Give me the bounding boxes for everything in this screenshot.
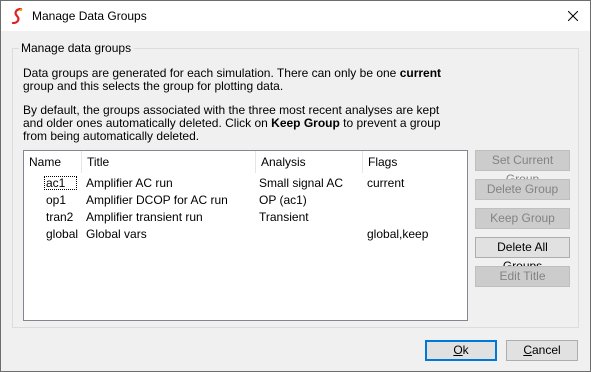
desc-bold-keep-group: Keep Group bbox=[271, 116, 340, 130]
column-header-analysis[interactable]: Analysis bbox=[256, 151, 363, 173]
column-header-title[interactable]: Title bbox=[82, 151, 256, 173]
desc-line: to prevent a group bbox=[339, 116, 441, 130]
column-header-flags[interactable]: Flags bbox=[363, 151, 467, 173]
cell-title: Amplifier AC run bbox=[86, 176, 173, 190]
desc-line: group and this selects the group for plo… bbox=[23, 79, 284, 93]
title-bar[interactable]: Manage Data Groups bbox=[1, 1, 590, 31]
set-current-group-button[interactable]: Set Current Group bbox=[475, 150, 570, 186]
cell-title: Amplifier DCOP for AC run bbox=[86, 193, 228, 207]
cell-name: tran2 bbox=[46, 210, 74, 224]
manage-data-groups-dialog: Manage Data Groups Manage data groups Da… bbox=[0, 0, 591, 372]
cell-analysis: Small signal AC bbox=[259, 176, 344, 190]
cancel-button[interactable]: Cancel bbox=[506, 340, 578, 361]
desc-bold-current: current bbox=[399, 66, 442, 80]
close-icon bbox=[568, 11, 578, 21]
cell-name: global bbox=[46, 227, 79, 241]
table-row[interactable]: ac1 Amplifier AC run Small signal AC cur… bbox=[24, 175, 467, 191]
ok-button[interactable]: Ok bbox=[425, 340, 497, 361]
desc-line: and older ones automatically deleted. Cl… bbox=[23, 116, 272, 130]
groups-list[interactable]: Name Title Analysis Flags ac1 Amplifier … bbox=[23, 150, 468, 321]
cell-analysis: OP (ac1) bbox=[259, 193, 307, 207]
description-current: Data groups are generated for each simul… bbox=[23, 67, 443, 93]
cell-analysis: Transient bbox=[259, 210, 309, 224]
description-keep: By default, the groups associated with t… bbox=[23, 104, 443, 143]
simetrix-logo-icon bbox=[11, 8, 23, 24]
delete-group-button[interactable]: Delete Group bbox=[475, 179, 570, 200]
cell-name: op1 bbox=[46, 193, 67, 207]
close-button[interactable] bbox=[556, 1, 590, 31]
edit-title-button[interactable]: Edit Title bbox=[475, 266, 570, 287]
table-row[interactable]: op1 Amplifier DCOP for AC run OP (ac1) bbox=[24, 192, 467, 208]
desc-line: from being automatically deleted. bbox=[23, 129, 200, 143]
delete-all-groups-button[interactable]: Delete All Groups bbox=[475, 237, 570, 273]
group-legend: Manage data groups bbox=[19, 42, 135, 54]
table-row[interactable]: global Global vars global,keep bbox=[24, 226, 467, 242]
table-row[interactable]: tran2 Amplifier transient run Transient bbox=[24, 209, 467, 225]
cell-title: Global vars bbox=[86, 227, 147, 241]
window-title: Manage Data Groups bbox=[32, 9, 147, 23]
column-header-name[interactable]: Name bbox=[24, 151, 82, 173]
desc-line: Data groups are generated for each simul… bbox=[23, 66, 400, 80]
cell-flags: global,keep bbox=[367, 227, 429, 241]
cell-title: Amplifier transient run bbox=[86, 210, 203, 224]
cell-flags: current bbox=[367, 176, 405, 190]
keep-group-button[interactable]: Keep Group bbox=[475, 208, 570, 229]
list-header: Name Title Analysis Flags bbox=[24, 151, 467, 173]
cell-name: ac1 bbox=[46, 176, 66, 190]
